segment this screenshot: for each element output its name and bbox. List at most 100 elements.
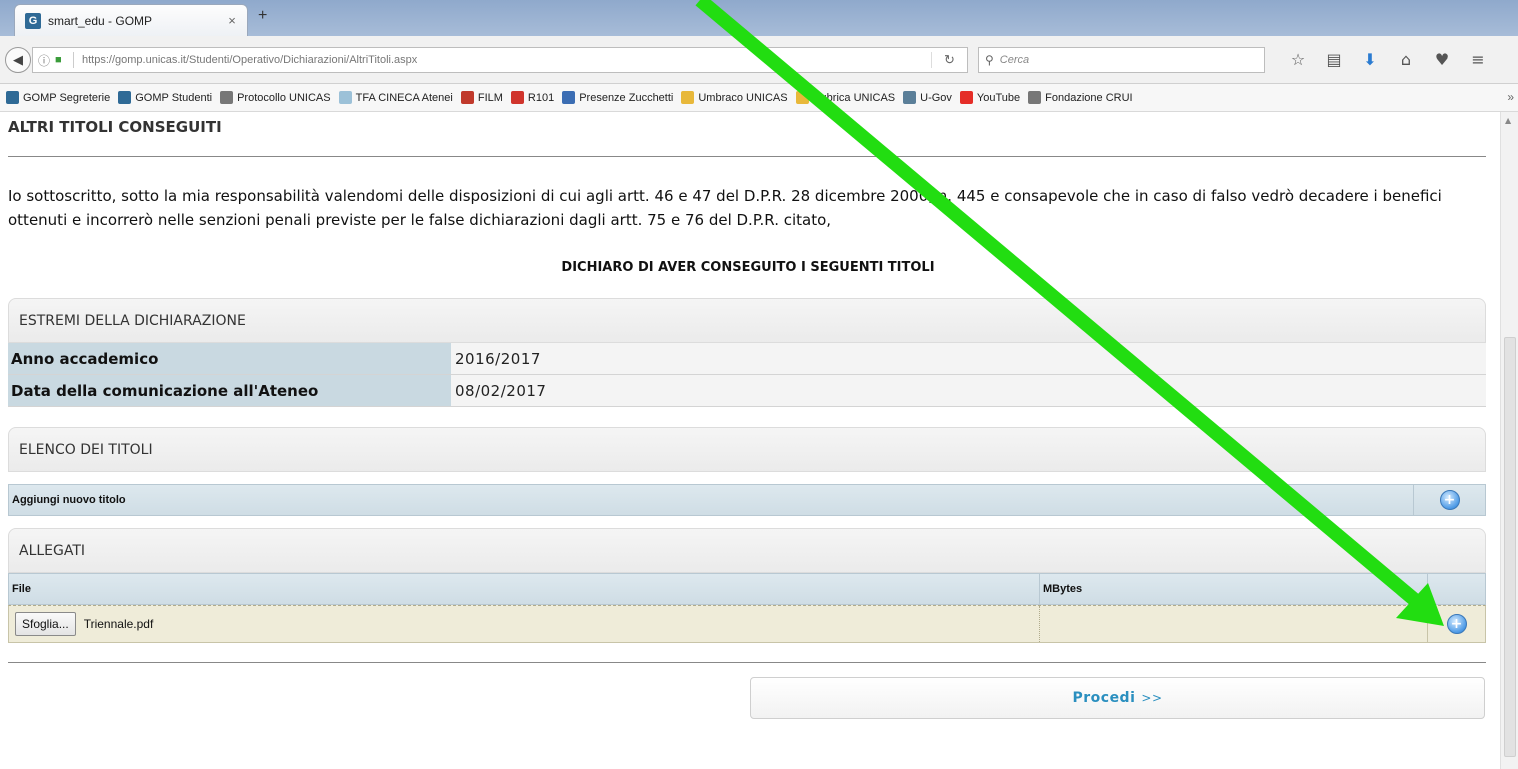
estremi-panel: ESTREMI DELLA DICHIARAZIONE Anno accadem…: [8, 298, 1486, 407]
bookmark-item[interactable]: Rubrica UNICAS: [795, 91, 896, 104]
file-name: Triennale.pdf: [83, 617, 154, 631]
bookmark-label: Umbraco UNICAS: [698, 91, 788, 104]
bookmark-icon: [6, 91, 19, 104]
bookmark-icon: [903, 91, 917, 104]
allegati-column-header: File MBytes: [8, 573, 1486, 605]
mbytes-cell: [1039, 606, 1427, 642]
bookmark-label: Fondazione CRUI: [1045, 91, 1133, 104]
bookmark-item[interactable]: Fondazione CRUI: [1028, 91, 1133, 104]
bookmark-item[interactable]: Umbraco UNICAS: [681, 91, 788, 104]
bookmark-icon: [118, 91, 132, 104]
page-content: ALTRI TITOLI CONSEGUITI Io sottoscritto,…: [0, 112, 1500, 769]
download-icon[interactable]: ⬇: [1352, 50, 1388, 72]
search-icon: ⚲: [985, 53, 994, 67]
tab-title: smart_edu - GOMP: [48, 13, 153, 28]
bookmark-item[interactable]: GOMP Studenti: [118, 91, 212, 104]
new-tab-icon[interactable]: +: [258, 7, 267, 25]
proceed-label: Procedi: [1072, 690, 1136, 706]
address-bar[interactable]: ⓘ ■ https://gomp.unicas.it/Studenti/Oper…: [32, 47, 968, 73]
vertical-scrollbar[interactable]: ▲: [1500, 112, 1518, 769]
browse-button[interactable]: Sfoglia...: [15, 612, 76, 636]
add-attachment-cell: +: [1427, 606, 1485, 642]
home-icon[interactable]: ⌂: [1388, 50, 1424, 72]
browser-tab[interactable]: G smart_edu - GOMP ×: [14, 4, 248, 36]
add-title-label: Aggiungi nuovo titolo: [12, 494, 126, 506]
bookmark-item[interactable]: Protocollo UNICAS: [220, 91, 331, 104]
search-placeholder: Cerca: [999, 54, 1030, 66]
column-mbytes: MBytes: [1039, 574, 1427, 604]
anno-row: Anno accademico 2016/2017: [8, 343, 1486, 375]
bookmark-icon: [220, 91, 234, 104]
divider: [8, 156, 1486, 157]
tab-bar: G smart_edu - GOMP × +: [0, 0, 1518, 36]
bookmark-item[interactable]: YouTube: [959, 91, 1021, 104]
scroll-up-icon[interactable]: ▲: [1505, 116, 1511, 125]
bookmark-icon: [338, 91, 352, 104]
data-row: Data della comunicazione all'Ateneo 08/0…: [8, 375, 1486, 407]
bookmark-label: YouTube: [976, 91, 1021, 104]
bookmark-item[interactable]: U-Gov: [903, 91, 952, 104]
bookmark-label: FILM: [477, 91, 503, 104]
bookmark-label: Protocollo UNICAS: [237, 91, 331, 104]
bookmark-label: Rubrica UNICAS: [812, 91, 896, 104]
proceed-button[interactable]: Procedi >>: [750, 677, 1485, 719]
bookmark-item[interactable]: R101: [510, 91, 555, 104]
bookmark-item[interactable]: TFA CINECA Atenei: [338, 91, 453, 104]
bookmark-item[interactable]: Presenze Zucchetti: [562, 91, 673, 104]
bookmark-icon: [1028, 91, 1042, 104]
navigation-bar: ◀ ⓘ ■ https://gomp.unicas.it/Studenti/Op…: [0, 36, 1518, 84]
file-cell: Sfoglia... Triennale.pdf: [9, 606, 1039, 642]
star-icon[interactable]: ☆: [1280, 50, 1316, 72]
bookmark-item[interactable]: FILM: [460, 91, 503, 104]
bookmark-icon: [795, 91, 809, 104]
allegati-header: ALLEGATI: [8, 528, 1486, 573]
bookmark-item[interactable]: GOMP Segreterie: [6, 91, 110, 104]
bookmark-icon: [510, 91, 524, 104]
column-action: [1427, 574, 1485, 604]
reading-list-icon[interactable]: ▤: [1316, 50, 1352, 72]
close-tab-icon[interactable]: ×: [223, 13, 241, 28]
proceed-arrows: >>: [1141, 691, 1163, 705]
bookmark-label: U-Gov: [920, 91, 952, 104]
bookmark-icon: [460, 91, 474, 104]
column-file: File: [12, 583, 31, 595]
declaration-heading: DICHIARO DI AVER CONSEGUITO I SEGUENTI T…: [561, 260, 935, 275]
bookmarks-bar: GOMP Segreterie GOMP Studenti Protocollo U…: [0, 84, 1518, 112]
bookmark-label: GOMP Segreterie: [23, 91, 111, 104]
file-upload-row: Sfoglia... Triennale.pdf +: [8, 605, 1486, 643]
titoli-panel: ELENCO DEI TITOLI Aggiungi nuovo titolo …: [8, 427, 1486, 516]
bookmark-label: GOMP Studenti: [135, 91, 213, 104]
bookmarks-more-icon[interactable]: »: [1507, 90, 1514, 104]
toolbar-icons: ☆ ▤ ⬇ ⌂ ♥ ≡: [1280, 50, 1496, 72]
pocket-icon[interactable]: ♥: [1424, 50, 1460, 72]
info-icon[interactable]: ⓘ: [33, 52, 55, 69]
back-icon[interactable]: ◀: [5, 47, 31, 73]
url-text[interactable]: https://gomp.unicas.it/Studenti/Operativ…: [82, 54, 931, 66]
reload-icon[interactable]: ↻: [931, 52, 967, 68]
titoli-header: ELENCO DEI TITOLI: [8, 427, 1486, 472]
scrollbar-thumb[interactable]: [1504, 337, 1516, 757]
site-favicon-icon: G: [25, 12, 41, 29]
anno-value: 2016/2017: [451, 343, 1486, 374]
bookmark-label: Presenze Zucchetti: [579, 91, 674, 104]
bookmark-label: R101: [527, 91, 555, 104]
estremi-header: ESTREMI DELLA DICHIARAZIONE: [8, 298, 1486, 343]
add-attachment-button[interactable]: +: [1446, 614, 1467, 634]
divider: [8, 662, 1486, 663]
data-value: 08/02/2017: [451, 375, 1486, 406]
add-title-row: Aggiungi nuovo titolo +: [8, 484, 1486, 516]
add-title-cell: +: [1413, 485, 1485, 515]
add-title-button[interactable]: +: [1439, 490, 1460, 510]
data-label: Data della comunicazione all'Ateneo: [8, 375, 451, 406]
bookmark-icon: [681, 91, 695, 104]
menu-icon[interactable]: ≡: [1460, 50, 1496, 72]
bookmark-icon: [562, 91, 576, 104]
lock-icon: ■: [55, 54, 62, 66]
allegati-panel: ALLEGATI File MBytes Sfoglia... Triennal…: [8, 528, 1486, 643]
anno-label: Anno accademico: [8, 343, 451, 374]
search-input[interactable]: ⚲ Cerca: [978, 47, 1265, 73]
page-title: ALTRI TITOLI CONSEGUITI: [8, 118, 222, 136]
divider: [73, 52, 74, 68]
bookmark-label: TFA CINECA Atenei: [355, 91, 453, 104]
